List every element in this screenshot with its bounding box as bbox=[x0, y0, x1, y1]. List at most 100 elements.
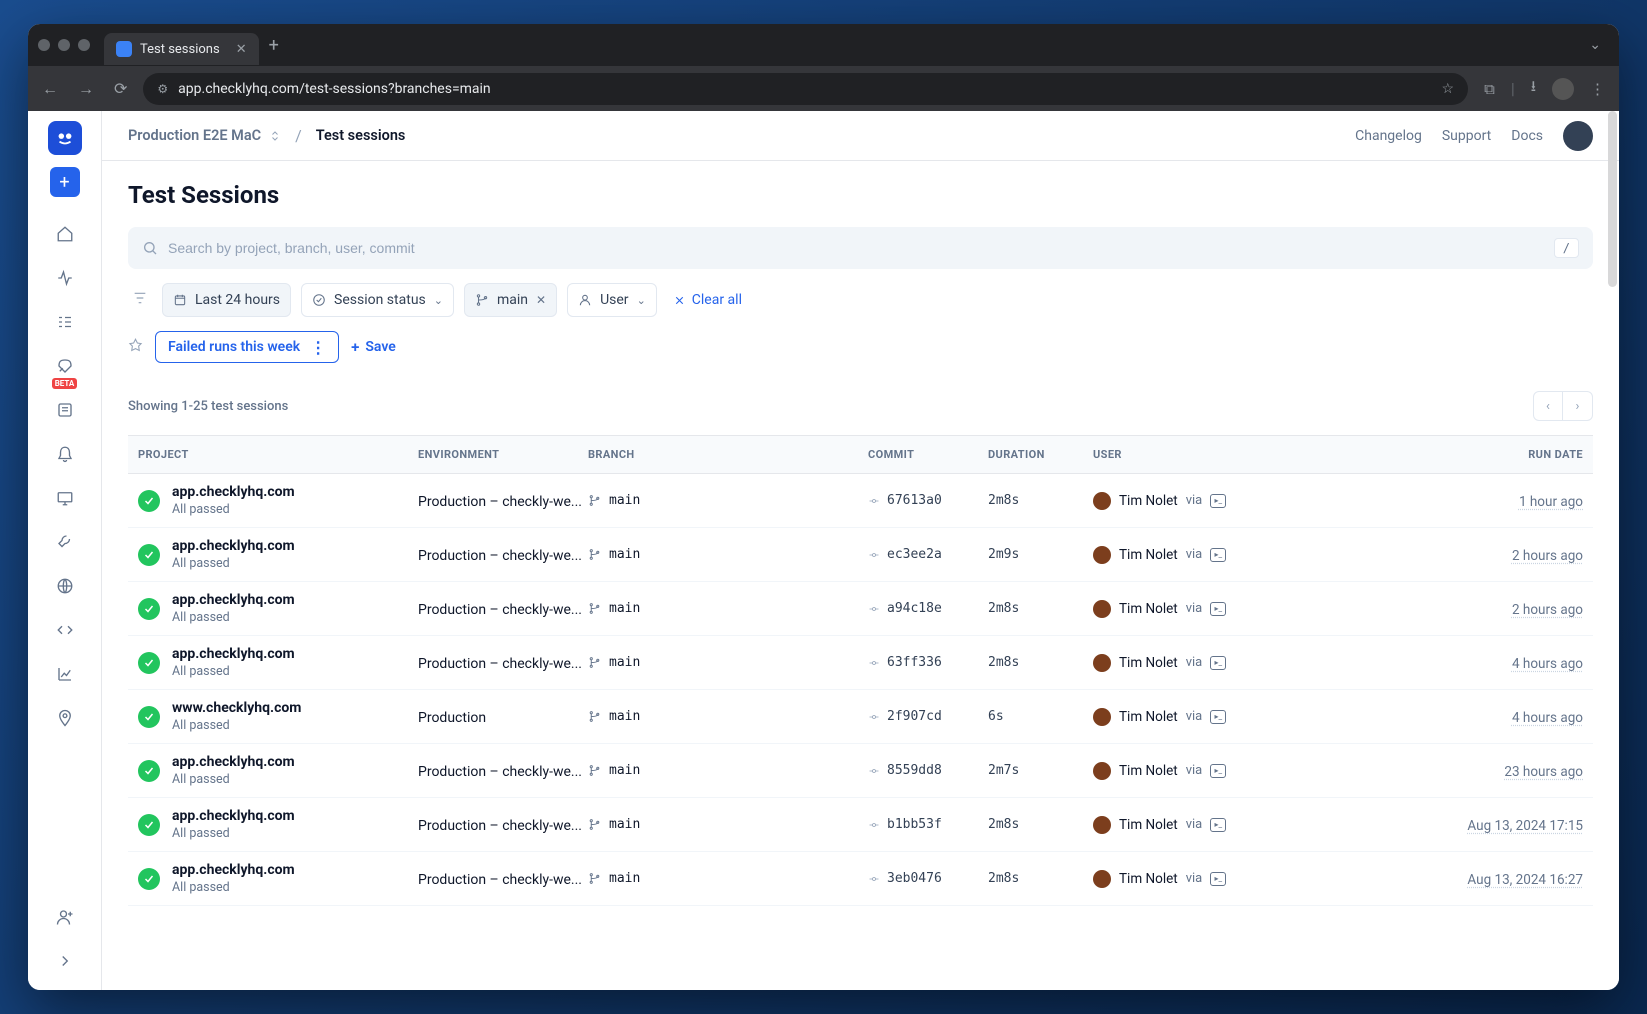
sidebar-collapse-icon[interactable] bbox=[46, 942, 84, 980]
browser-menu-icon[interactable]: ⋮ bbox=[1586, 76, 1609, 102]
filter-branch[interactable]: main ✕ bbox=[464, 283, 557, 317]
commit-hash: 63ff336 bbox=[887, 655, 942, 670]
terminal-icon: ▸_ bbox=[1210, 602, 1226, 616]
col-project[interactable]: PROJECT bbox=[138, 448, 418, 461]
window-controls[interactable] bbox=[38, 39, 90, 51]
downloads-icon[interactable]: ⭳ bbox=[1527, 72, 1540, 105]
page-next-button[interactable]: › bbox=[1563, 391, 1593, 421]
branch-name: main bbox=[609, 763, 640, 778]
commit-hash: 3eb0476 bbox=[887, 871, 942, 886]
link-support[interactable]: Support bbox=[1442, 128, 1491, 144]
branch-icon bbox=[588, 710, 601, 723]
saved-filter[interactable]: Failed runs this week ⋮ bbox=[155, 331, 339, 363]
duration-text: 2m7s bbox=[988, 763, 1093, 778]
close-tab-icon[interactable]: ✕ bbox=[236, 42, 247, 57]
via-label: via bbox=[1186, 601, 1203, 616]
tabs-dropdown-icon[interactable]: ⌄ bbox=[1581, 33, 1609, 57]
save-filter-button[interactable]: + Save bbox=[351, 338, 396, 356]
table-row[interactable]: app.checklyhq.com All passed Production … bbox=[128, 582, 1593, 636]
user-name: Tim Nolet bbox=[1119, 493, 1178, 509]
user-avatar-small bbox=[1093, 600, 1111, 618]
reload-button[interactable]: ⟳ bbox=[110, 75, 131, 102]
site-info-icon[interactable]: ⚙ bbox=[157, 82, 168, 96]
sidebar-globe-icon[interactable] bbox=[46, 567, 84, 605]
col-environment[interactable]: ENVIRONMENT bbox=[418, 448, 588, 461]
search-box[interactable]: / bbox=[128, 227, 1593, 269]
tab-title: Test sessions bbox=[140, 42, 220, 57]
saved-filter-menu-icon[interactable]: ⋮ bbox=[310, 338, 326, 357]
project-name: app.checklyhq.com bbox=[172, 808, 295, 824]
filter-status[interactable]: Session status ⌄ bbox=[301, 283, 454, 317]
filter-user[interactable]: User ⌄ bbox=[567, 283, 657, 317]
sidebar-rocket-icon[interactable]: BETA bbox=[46, 347, 84, 385]
col-commit[interactable]: COMMIT bbox=[868, 448, 988, 461]
favicon-icon bbox=[116, 41, 132, 57]
sidebar-code-icon[interactable] bbox=[46, 611, 84, 649]
breadcrumb-project[interactable]: Production E2E MaC bbox=[128, 127, 281, 144]
via-label: via bbox=[1186, 547, 1203, 562]
filter-time[interactable]: Last 24 hours bbox=[162, 283, 291, 317]
commit-icon bbox=[868, 711, 880, 723]
bookmark-icon[interactable]: ☆ bbox=[1442, 81, 1455, 97]
table-row[interactable]: app.checklyhq.com All passed Production … bbox=[128, 852, 1593, 906]
sidebar-locations-icon[interactable] bbox=[46, 699, 84, 737]
browser-tab[interactable]: Test sessions ✕ bbox=[104, 33, 259, 65]
sidebar-maintenance-icon[interactable] bbox=[46, 523, 84, 561]
profile-avatar[interactable] bbox=[1552, 78, 1574, 100]
address-bar[interactable]: ⚙ app.checklyhq.com/test-sessions?branch… bbox=[143, 73, 1468, 105]
project-status: All passed bbox=[172, 880, 295, 895]
branch-name: main bbox=[609, 601, 640, 616]
link-docs[interactable]: Docs bbox=[1511, 128, 1543, 144]
scrollbar[interactable] bbox=[1608, 111, 1617, 287]
environment-text: Production – checkly-we... bbox=[418, 602, 582, 618]
search-icon bbox=[142, 240, 158, 256]
filter-icon[interactable] bbox=[128, 286, 152, 314]
project-name: app.checklyhq.com bbox=[172, 754, 295, 770]
user-name: Tim Nolet bbox=[1119, 601, 1178, 617]
table-header: PROJECT ENVIRONMENT BRANCH COMMIT DURATI… bbox=[128, 435, 1593, 474]
sidebar-dashboards-icon[interactable] bbox=[46, 479, 84, 517]
search-input[interactable] bbox=[168, 240, 1544, 256]
create-button[interactable]: + bbox=[50, 167, 80, 197]
sidebar-home-icon[interactable] bbox=[46, 215, 84, 253]
pagination: ‹ › bbox=[1533, 391, 1593, 421]
col-duration[interactable]: DURATION bbox=[988, 448, 1093, 461]
duration-text: 6s bbox=[988, 709, 1093, 724]
table-row[interactable]: www.checklyhq.com All passed Production … bbox=[128, 690, 1593, 744]
project-name: www.checklyhq.com bbox=[172, 700, 301, 716]
col-user[interactable]: USER bbox=[1093, 448, 1253, 461]
user-avatar-small bbox=[1093, 762, 1111, 780]
run-date: 4 hours ago bbox=[1512, 710, 1583, 726]
app-logo[interactable] bbox=[48, 121, 82, 155]
extensions-icon[interactable]: ⧉ bbox=[1480, 76, 1499, 102]
user-avatar[interactable] bbox=[1563, 121, 1593, 151]
via-label: via bbox=[1186, 763, 1203, 778]
sidebar-invite-icon[interactable] bbox=[46, 898, 84, 936]
forward-button[interactable]: → bbox=[74, 75, 98, 103]
filter-user-label: User bbox=[600, 292, 628, 308]
table-row[interactable]: app.checklyhq.com All passed Production … bbox=[128, 744, 1593, 798]
branch-name: main bbox=[609, 709, 640, 724]
filter-status-label: Session status bbox=[334, 292, 426, 308]
table-row[interactable]: app.checklyhq.com All passed Production … bbox=[128, 474, 1593, 528]
duration-text: 2m8s bbox=[988, 817, 1093, 832]
col-branch[interactable]: BRANCH bbox=[588, 448, 868, 461]
branch-icon bbox=[475, 293, 489, 307]
sidebar-analytics-icon[interactable] bbox=[46, 655, 84, 693]
sidebar-sessions-icon[interactable] bbox=[46, 391, 84, 429]
page-prev-button[interactable]: ‹ bbox=[1533, 391, 1563, 421]
clear-all-button[interactable]: Clear all bbox=[673, 292, 742, 308]
table-row[interactable]: app.checklyhq.com All passed Production … bbox=[128, 798, 1593, 852]
sidebar-checks-icon[interactable] bbox=[46, 303, 84, 341]
commit-hash: ec3ee2a bbox=[887, 547, 942, 562]
table-row[interactable]: app.checklyhq.com All passed Production … bbox=[128, 528, 1593, 582]
col-run-date[interactable]: RUN DATE bbox=[1253, 448, 1583, 461]
new-tab-button[interactable]: + bbox=[269, 35, 279, 56]
sidebar-alerts-icon[interactable] bbox=[46, 435, 84, 473]
link-changelog[interactable]: Changelog bbox=[1355, 128, 1422, 144]
sidebar-activity-icon[interactable] bbox=[46, 259, 84, 297]
table-row[interactable]: app.checklyhq.com All passed Production … bbox=[128, 636, 1593, 690]
back-button[interactable]: ← bbox=[38, 75, 62, 103]
remove-filter-icon[interactable]: ✕ bbox=[536, 293, 546, 307]
terminal-icon: ▸_ bbox=[1210, 494, 1226, 508]
